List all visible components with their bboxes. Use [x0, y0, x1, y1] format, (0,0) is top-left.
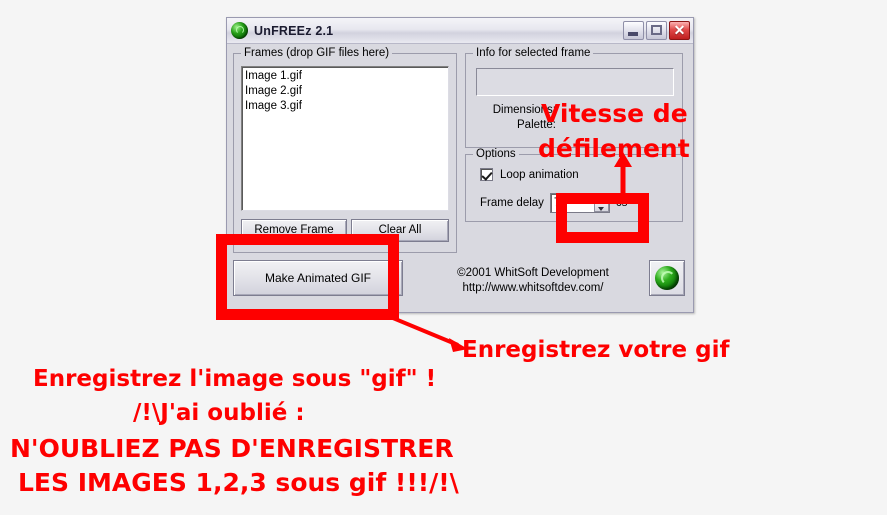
credits: ©2001 WhitSoft Development http://www.wh… — [423, 266, 643, 296]
list-item[interactable]: Image 3.gif — [245, 99, 445, 114]
frame-delay-stepper[interactable]: 70 — [549, 193, 610, 213]
annotation-save-your-gif: Enregistrez votre gif — [462, 337, 730, 363]
spinner-up-icon[interactable] — [593, 194, 609, 203]
copyright-line: ©2001 WhitSoft Development — [457, 267, 609, 279]
maximize-button[interactable] — [646, 21, 667, 40]
list-item[interactable]: Image 1.gif — [245, 69, 445, 84]
annotation-vitesse-line1: Vitesse de — [541, 99, 688, 128]
frame-delay-label: Frame delay — [480, 197, 544, 209]
frames-listbox[interactable]: Image 1.gif Image 2.gif Image 3.gif — [241, 66, 449, 211]
minimize-button[interactable] — [623, 21, 644, 40]
loop-animation-row[interactable]: Loop animation — [480, 168, 579, 181]
clear-all-button[interactable]: Clear All — [351, 219, 449, 242]
loop-animation-label: Loop animation — [500, 168, 579, 181]
annotation-note-line3: N'OUBLIEZ PAS D'ENREGISTRER — [10, 434, 454, 463]
frame-delay-input[interactable]: 70 — [551, 194, 594, 212]
frames-group: Frames (drop GIF files here) Image 1.gif… — [233, 47, 457, 253]
spinner-buttons[interactable] — [593, 194, 609, 212]
about-logo-button[interactable] — [649, 260, 685, 296]
close-icon: ✕ — [673, 22, 686, 38]
green-spiral-icon — [655, 266, 679, 290]
website-link[interactable]: http://www.whitsoftdev.com/ — [423, 281, 643, 296]
spinner-down-icon[interactable] — [593, 203, 609, 212]
green-spiral-icon — [231, 22, 248, 39]
frame-delay-row[interactable]: Frame delay 70 cs — [480, 193, 627, 213]
annotation-note-line1: Enregistrez l'image sous "gif" ! — [33, 366, 437, 392]
remove-frame-button[interactable]: Remove Frame — [241, 219, 347, 242]
make-animated-gif-button[interactable]: Make Animated GIF — [233, 260, 403, 296]
list-item[interactable]: Image 2.gif — [245, 84, 445, 99]
options-group: Options Loop animation Frame delay 70 cs — [465, 148, 683, 222]
title-bar[interactable]: UnFREEz 2.1 ✕ — [227, 18, 693, 44]
frame-preview-box — [476, 68, 674, 96]
caption-buttons: ✕ — [623, 21, 690, 40]
frames-group-legend: Frames (drop GIF files here) — [241, 47, 393, 59]
window-title: UnFREEz 2.1 — [254, 23, 334, 38]
annotation-note-line2: /!\J'ai oublié : — [133, 400, 305, 426]
loop-animation-checkbox[interactable] — [480, 168, 493, 181]
info-group-legend: Info for selected frame — [473, 47, 594, 59]
close-button[interactable]: ✕ — [669, 21, 690, 40]
annotation-note-line4: LES IMAGES 1,2,3 sous gif !!!/!\ — [18, 468, 459, 497]
annotation-vitesse-line2: défilement — [538, 134, 690, 163]
options-group-legend: Options — [473, 148, 519, 160]
